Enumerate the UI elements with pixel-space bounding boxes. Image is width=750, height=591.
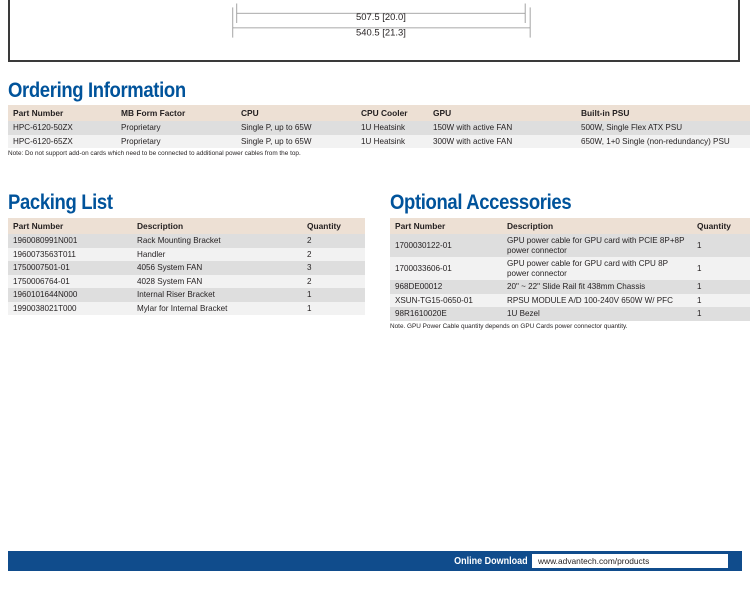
- col-header-cpu-cooler: CPU Cooler: [356, 105, 428, 121]
- cell-description: Mylar for Internal Bracket: [132, 301, 302, 316]
- cell-description: 4028 System FAN: [132, 274, 302, 289]
- cell-gpu: 300W with active FAN: [428, 134, 576, 149]
- cell-part-number: 1750007501-01: [8, 261, 132, 275]
- cell-part-number: 968DE00012: [390, 280, 502, 294]
- table-row: 1960080991N001 Rack Mounting Bracket 2: [8, 234, 365, 248]
- table-row: XSUN-TG15-0650-01 RPSU MODULE A/D 100-24…: [390, 293, 750, 308]
- cell-part-number: 1990038021T000: [8, 301, 132, 316]
- cell-quantity: 2: [302, 274, 365, 289]
- table-row: HPC-6120-50ZX Proprietary Single P, up t…: [8, 121, 750, 135]
- cell-part-number: 1700030122-01: [390, 234, 502, 258]
- cell-description: GPU power cable for GPU card with PCIE 8…: [502, 234, 692, 258]
- col-header-mb-form-factor: MB Form Factor: [116, 105, 236, 121]
- cell-description: 1U Bezel: [502, 307, 692, 321]
- cell-quantity: 1: [302, 288, 365, 302]
- cell-mb-form-factor: Proprietary: [116, 121, 236, 135]
- cell-part-number: HPC-6120-65ZX: [8, 134, 116, 149]
- table-row: 1750007501-01 4056 System FAN 3: [8, 261, 365, 275]
- cell-part-number: HPC-6120-50ZX: [8, 121, 116, 135]
- packing-list-table: Part Number Description Quantity 1960080…: [8, 218, 365, 316]
- col-header-part-number: Part Number: [8, 218, 132, 234]
- table-row: HPC-6120-65ZX Proprietary Single P, up t…: [8, 134, 750, 149]
- cell-quantity: 1: [302, 301, 365, 316]
- cell-quantity: 1: [692, 234, 750, 258]
- cell-cpu: Single P, up to 65W: [236, 134, 356, 149]
- cell-description: Handler: [132, 247, 302, 262]
- table-header-row: Part Number Description Quantity: [8, 218, 365, 234]
- cell-part-number: XSUN-TG15-0650-01: [390, 293, 502, 308]
- ordering-note: Note: Do not support add-on cards which …: [8, 150, 301, 158]
- table-row: 1990038021T000 Mylar for Internal Bracke…: [8, 301, 365, 316]
- cell-part-number: 1960080991N001: [8, 234, 132, 248]
- online-download-label: Online Download: [454, 555, 528, 567]
- accessories-note: Note. GPU Power Cable quantity depends o…: [390, 322, 628, 330]
- table-row: 1750006764-01 4028 System FAN 2: [8, 274, 365, 289]
- cell-part-number: 98R1610020E: [390, 307, 502, 321]
- dimension-label-width-inner: 507.5 [20.0]: [356, 12, 406, 22]
- table-header-row: Part Number MB Form Factor CPU CPU Coole…: [8, 105, 750, 121]
- cell-part-number: 1700033606-01: [390, 257, 502, 281]
- cell-part-number: 1960101644N000: [8, 288, 132, 302]
- col-header-description: Description: [132, 218, 302, 234]
- cell-quantity: 3: [302, 261, 365, 275]
- cell-quantity: 1: [692, 293, 750, 308]
- optional-accessories-table: Part Number Description Quantity 1700030…: [390, 218, 750, 321]
- table-header-row: Part Number Description Quantity: [390, 218, 750, 234]
- table-row: 1700030122-01 GPU power cable for GPU ca…: [390, 234, 750, 258]
- cell-quantity: 2: [302, 247, 365, 262]
- cell-description: 4056 System FAN: [132, 261, 302, 275]
- dimension-label-width-outer: 540.5 [21.3]: [356, 28, 406, 38]
- col-header-part-number: Part Number: [390, 218, 502, 234]
- cell-description: 20" ~ 22" Slide Rail fit 438mm Chassis: [502, 280, 692, 294]
- cell-description: Internal Riser Bracket: [132, 288, 302, 302]
- cell-gpu: 150W with active FAN: [428, 121, 576, 135]
- packing-list-section: Packing List Part Number Description Qua…: [8, 191, 365, 316]
- cell-cpu-cooler: 1U Heatsink: [356, 134, 428, 149]
- table-row: 1960073563T011 Handler 2: [8, 247, 365, 262]
- cell-built-in-psu: 650W, 1+0 Single (non-redundancy) PSU: [576, 134, 750, 149]
- cell-description: RPSU MODULE A/D 100-240V 650W W/ PFC: [502, 293, 692, 308]
- col-header-part-number: Part Number: [8, 105, 116, 121]
- table-row: 98R1610020E 1U Bezel 1: [390, 307, 750, 321]
- dimension-drawing: 507.5 [20.0] 540.5 [21.3]: [232, 3, 531, 38]
- cell-mb-form-factor: Proprietary: [116, 134, 236, 149]
- online-download-url[interactable]: www.advantech.com/products: [532, 554, 728, 568]
- packing-list-title: Packing List: [8, 191, 113, 214]
- ordering-table: Part Number MB Form Factor CPU CPU Coole…: [8, 105, 750, 149]
- table-row: 1960101644N000 Internal Riser Bracket 1: [8, 288, 365, 302]
- ordering-information-title: Ordering Information: [8, 79, 186, 102]
- cell-cpu-cooler: 1U Heatsink: [356, 121, 428, 135]
- cell-quantity: 2: [302, 234, 365, 248]
- optional-accessories-section: Optional Accessories Part Number Descrip…: [390, 192, 750, 331]
- cell-quantity: 1: [692, 257, 750, 281]
- ordering-table-wrapper: Part Number MB Form Factor CPU CPU Coole…: [8, 105, 750, 149]
- col-header-gpu: GPU: [428, 105, 576, 121]
- cell-description: Rack Mounting Bracket: [132, 234, 302, 248]
- footer-download-group: Online Download www.advantech.com/produc…: [446, 551, 728, 571]
- table-row: 968DE00012 20" ~ 22" Slide Rail fit 438m…: [390, 280, 750, 294]
- col-header-quantity: Quantity: [302, 218, 365, 234]
- optional-accessories-title: Optional Accessories: [390, 191, 572, 214]
- cell-built-in-psu: 500W, Single Flex ATX PSU: [576, 121, 750, 135]
- cell-description: GPU power cable for GPU card with CPU 8P…: [502, 257, 692, 281]
- col-header-cpu: CPU: [236, 105, 356, 121]
- cell-part-number: 1960073563T011: [8, 247, 132, 262]
- ordering-information-section: Ordering Information Part Number MB Form…: [8, 80, 750, 158]
- cell-part-number: 1750006764-01: [8, 274, 132, 289]
- table-row: 1700033606-01 GPU power cable for GPU ca…: [390, 257, 750, 281]
- col-header-built-in-psu: Built-in PSU: [576, 105, 750, 121]
- dimension-drawing-panel: 507.5 [20.0] 540.5 [21.3]: [8, 0, 740, 62]
- col-header-quantity: Quantity: [692, 218, 750, 234]
- footer-bar: Online Download www.advantech.com/produc…: [8, 551, 742, 571]
- cell-quantity: 1: [692, 280, 750, 294]
- col-header-description: Description: [502, 218, 692, 234]
- cell-cpu: Single P, up to 65W: [236, 121, 356, 135]
- cell-quantity: 1: [692, 307, 750, 321]
